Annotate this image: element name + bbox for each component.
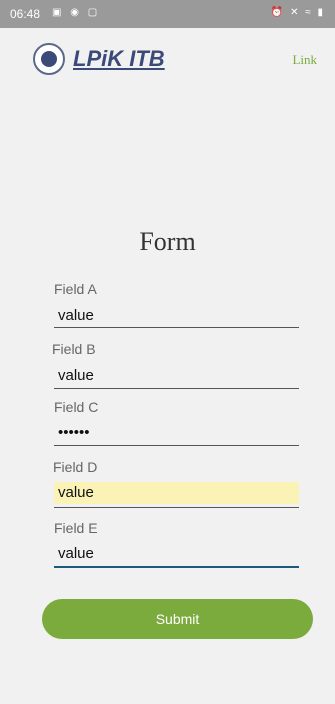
status-time: 06:48 bbox=[10, 7, 41, 21]
top-link[interactable]: Link bbox=[292, 52, 317, 68]
field-e-input[interactable]: value bbox=[54, 543, 299, 565]
field-d-underline bbox=[54, 507, 299, 508]
field-b-input[interactable]: value bbox=[54, 365, 299, 387]
logo-seal-icon bbox=[33, 43, 65, 75]
submit-button[interactable]: Submit bbox=[42, 599, 313, 639]
field-e-label: Field E bbox=[54, 520, 98, 536]
field-d-label: Field D bbox=[53, 459, 98, 475]
notification-icons: ▣ ◉ ▢ bbox=[52, 7, 101, 18]
field-d-input[interactable]: value bbox=[54, 482, 299, 504]
field-e-underline bbox=[54, 566, 299, 568]
page-title: Form bbox=[139, 227, 196, 256]
system-icons: ⏰ ✕ ≈ ▮ bbox=[270, 7, 325, 18]
field-c-input[interactable]: •••••• bbox=[54, 422, 299, 444]
status-bar: 06:48 ▣ ◉ ▢ ⏰ ✕ ≈ ▮ bbox=[0, 0, 335, 28]
field-b-label: Field B bbox=[52, 341, 96, 357]
field-c-label: Field C bbox=[54, 399, 99, 415]
field-c-underline bbox=[54, 445, 299, 446]
app-logo: LPiK ITB bbox=[73, 46, 165, 71]
field-b-underline bbox=[54, 388, 299, 389]
field-a-input[interactable]: value bbox=[54, 305, 299, 327]
field-a-underline bbox=[54, 327, 299, 328]
field-a-label: Field A bbox=[54, 281, 97, 297]
